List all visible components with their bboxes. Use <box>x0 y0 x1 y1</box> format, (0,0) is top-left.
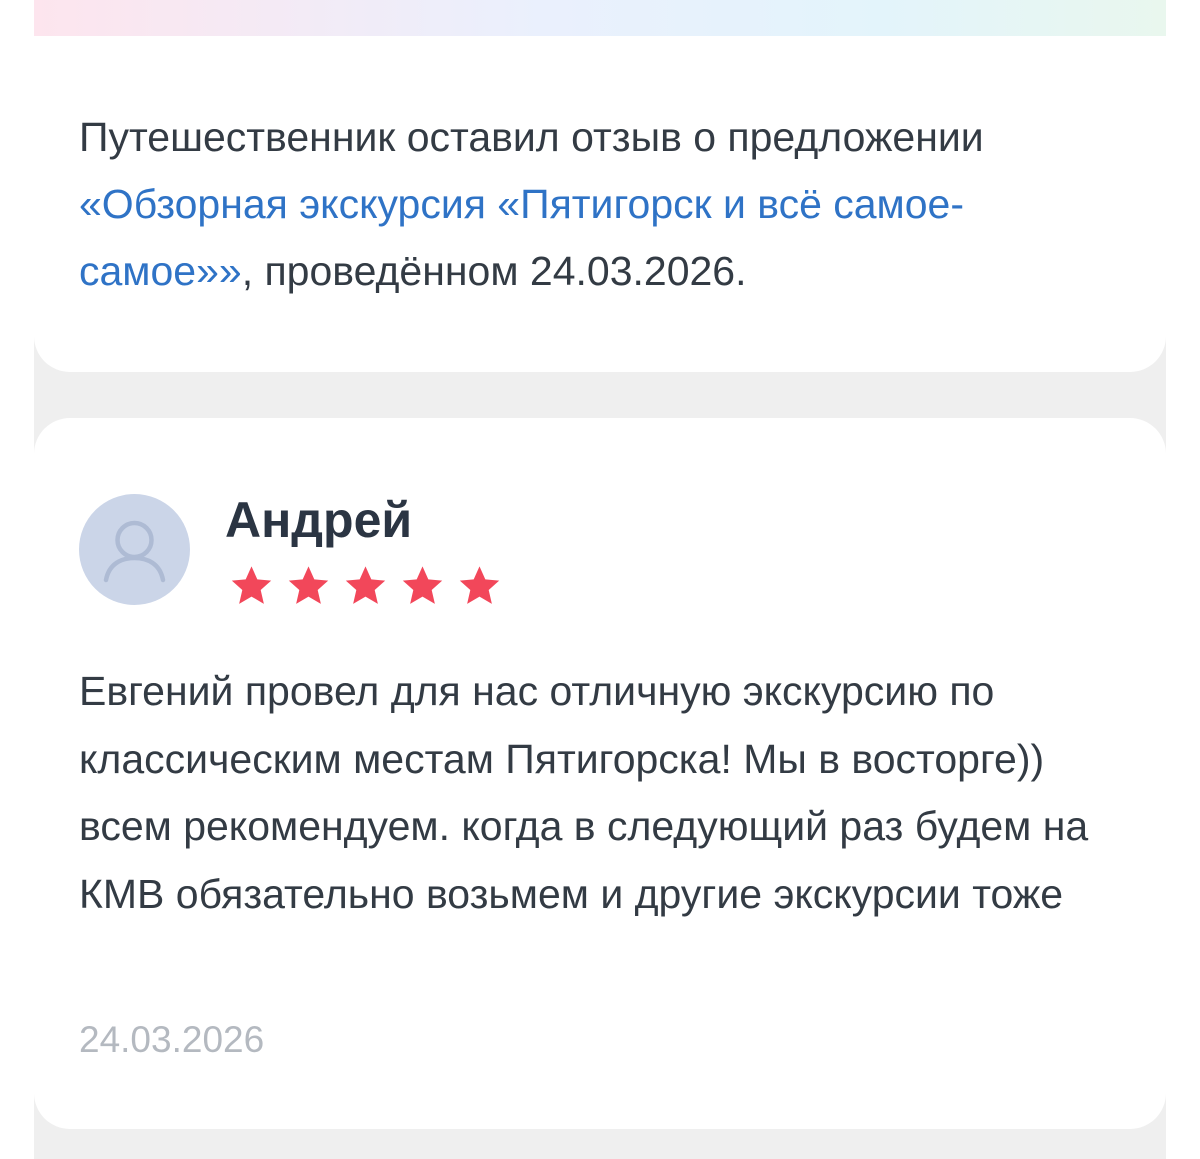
offer-notice-text: Путешественник оставил отзыв о предложен… <box>79 104 1119 305</box>
review-date: 24.03.2026 <box>79 1019 265 1060</box>
review-author-name: Андрей <box>225 492 413 548</box>
rating-stars <box>229 563 502 611</box>
previous-card-edge <box>34 0 1166 36</box>
star-icon <box>459 566 500 604</box>
review-card: Андрей Евгений провел для нас отличную э… <box>34 418 1166 1129</box>
user-silhouette-icon <box>103 520 166 583</box>
star-icon <box>402 566 443 604</box>
star-icon <box>345 566 386 604</box>
offer-notice-card: Путешественник оставил отзыв о предложен… <box>34 36 1166 372</box>
avatar <box>79 494 190 605</box>
offer-notice-prefix: Путешественник оставил отзыв о предложен… <box>79 114 984 160</box>
offer-notice-suffix: , проведённом 24.03.2026. <box>241 248 747 294</box>
star-icon <box>231 566 272 604</box>
star-icon <box>288 566 329 604</box>
review-text: Евгений провел для нас отличную экскурси… <box>79 668 1089 917</box>
